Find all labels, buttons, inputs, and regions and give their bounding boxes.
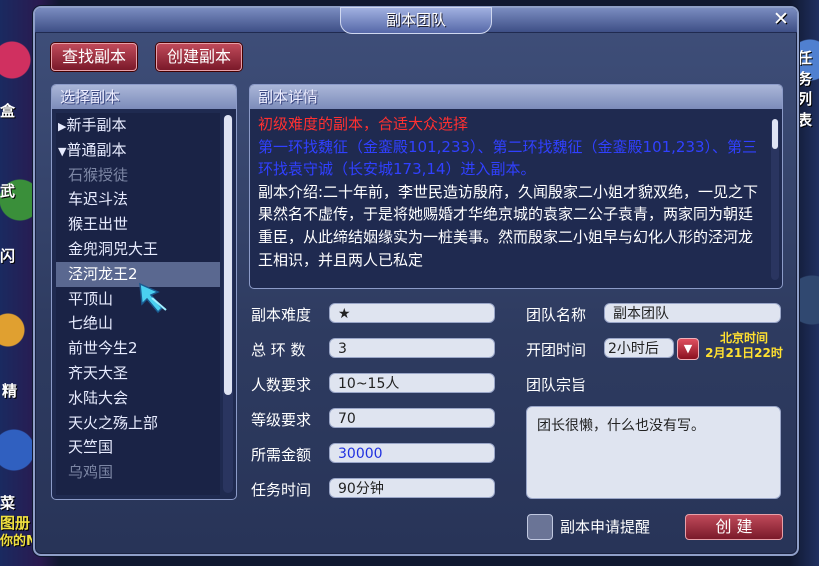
task-time-label: 任务时间 [251, 481, 312, 499]
difficulty-note: 初级难度的副本，合适大众选择 [258, 115, 469, 133]
list-item-label: 乌鸡国 [68, 463, 114, 482]
list-item[interactable]: 前世今生2 [56, 336, 220, 361]
level-field: 70 [329, 408, 495, 428]
dungeon-detail-panel: 副本详情 初级难度的副本，合适大众选择 第一环找魏征（金銮殿101,233）、第… [249, 84, 783, 289]
intro-text: 副本介绍:二十年前，李世民造访殷府，久闻殷家二小姐才貌双绝，一见之下果然名不虚传… [258, 182, 759, 269]
money-label: 所需金额 [251, 446, 312, 464]
list-item[interactable]: 石猴授徒 [56, 163, 220, 188]
list-item-label: 泾河龙王2 [68, 264, 138, 283]
difficulty-label: 副本难度 [251, 306, 312, 324]
open-time-select[interactable]: 2小时后 [604, 338, 674, 358]
list-item-label: 天竺国 [68, 438, 114, 457]
window-title: 副本团队 [340, 7, 492, 34]
dungeon-team-window: 副本团队 ✕ 查找副本 创建副本 选择副本 ▶新手副本 ▼普通副本 石猴授徒 车迟斗法… [33, 6, 799, 556]
reminder-checkbox[interactable] [527, 514, 553, 540]
money-field: 30000 [329, 443, 495, 463]
list-item-label: 七绝山 [68, 314, 114, 333]
beijing-time-label: 北京时间 [719, 331, 768, 345]
bg-text: 闪 [0, 247, 16, 265]
mouse-cursor-icon [139, 282, 167, 314]
list-scrollbar[interactable] [223, 115, 233, 493]
dungeon-description: 初级难度的副本，合适大众选择 第一环找魏征（金銮殿101,233）、第二环找魏征… [258, 113, 764, 284]
people-label: 人数要求 [251, 376, 312, 394]
list-item-label: 前世今生2 [68, 339, 138, 358]
bg-text: 盒 [0, 102, 16, 120]
people-field: 10~15人 [329, 373, 495, 393]
list-item-label: 车迟斗法 [68, 190, 129, 209]
team-purpose-label: 团队宗旨 [526, 376, 587, 394]
task-time-field: 90分钟 [329, 478, 495, 498]
scroll-thumb[interactable] [224, 115, 232, 395]
entry-steps: 第一环找魏征（金銮殿101,233）、第二环找魏征（金銮殿101,233）、第三… [258, 137, 758, 179]
list-item-label: 猴王出世 [68, 215, 129, 234]
list-item[interactable]: 齐天大圣 [56, 361, 220, 386]
close-button[interactable]: ✕ [771, 9, 791, 29]
rounds-label: 总 环 数 [251, 341, 306, 359]
list-item-label: 新手副本 [66, 116, 127, 134]
rounds-field: 3 [329, 338, 495, 358]
bg-text: 列表 [797, 90, 813, 129]
list-item-label: 普通副本 [66, 140, 127, 159]
create-team-button[interactable]: 创 建 [685, 514, 783, 540]
detail-scroll-thumb[interactable] [772, 119, 778, 149]
reminder-label: 副本申请提醒 [560, 518, 651, 536]
bg-text: 武 [0, 182, 16, 200]
list-item-label: 平顶山 [68, 289, 114, 308]
detail-scrollbar[interactable] [771, 119, 779, 280]
level-label: 等级要求 [251, 411, 312, 429]
title-bar[interactable]: 副本团队 ✕ [35, 7, 797, 34]
list-item[interactable]: 天竺国 [56, 435, 220, 460]
list-category[interactable]: ▼普通副本 [56, 138, 220, 163]
chevron-down-icon[interactable]: ▼ [677, 338, 699, 360]
team-name-field[interactable]: 副本团队 [604, 303, 781, 323]
list-item[interactable]: 乌鸡国 [56, 460, 220, 485]
list-item-label: 金兜洞兕大王 [68, 239, 159, 258]
beijing-time-value: 2月21日22时 [705, 346, 783, 360]
list-item[interactable]: 车迟斗法 [56, 187, 220, 212]
dungeon-list-header: 选择副本 [52, 85, 236, 109]
open-time-label: 开团时间 [526, 341, 587, 359]
team-name-label: 团队名称 [526, 306, 587, 324]
beijing-time: 北京时间 2月21日22时 [699, 331, 789, 361]
dungeon-detail-header: 副本详情 [250, 85, 782, 109]
bg-text: 精 [2, 382, 18, 400]
list-item[interactable]: 水陆大会 [56, 386, 220, 411]
list-item-label: 水陆大会 [68, 388, 129, 407]
list-category[interactable]: ▶新手副本 [56, 113, 220, 138]
bg-text: 菜 [0, 494, 16, 512]
list-item-label: 齐天大圣 [68, 363, 129, 382]
find-dungeon-button[interactable]: 查找副本 [51, 43, 138, 71]
create-dungeon-button[interactable]: 创建副本 [156, 43, 243, 71]
list-item-label: 天火之殇上部 [68, 413, 159, 432]
list-item[interactable]: 猴王出世 [56, 212, 220, 237]
list-item[interactable]: 天火之殇上部 [56, 411, 220, 436]
list-item[interactable]: 金兜洞兕大王 [56, 237, 220, 262]
difficulty-field: ★ [329, 303, 495, 323]
team-purpose-textarea[interactable]: 团长很懒，什么也没有写。 [526, 406, 781, 499]
bg-text: 任务 [797, 49, 813, 88]
list-item-label: 石猴授徒 [68, 165, 129, 184]
